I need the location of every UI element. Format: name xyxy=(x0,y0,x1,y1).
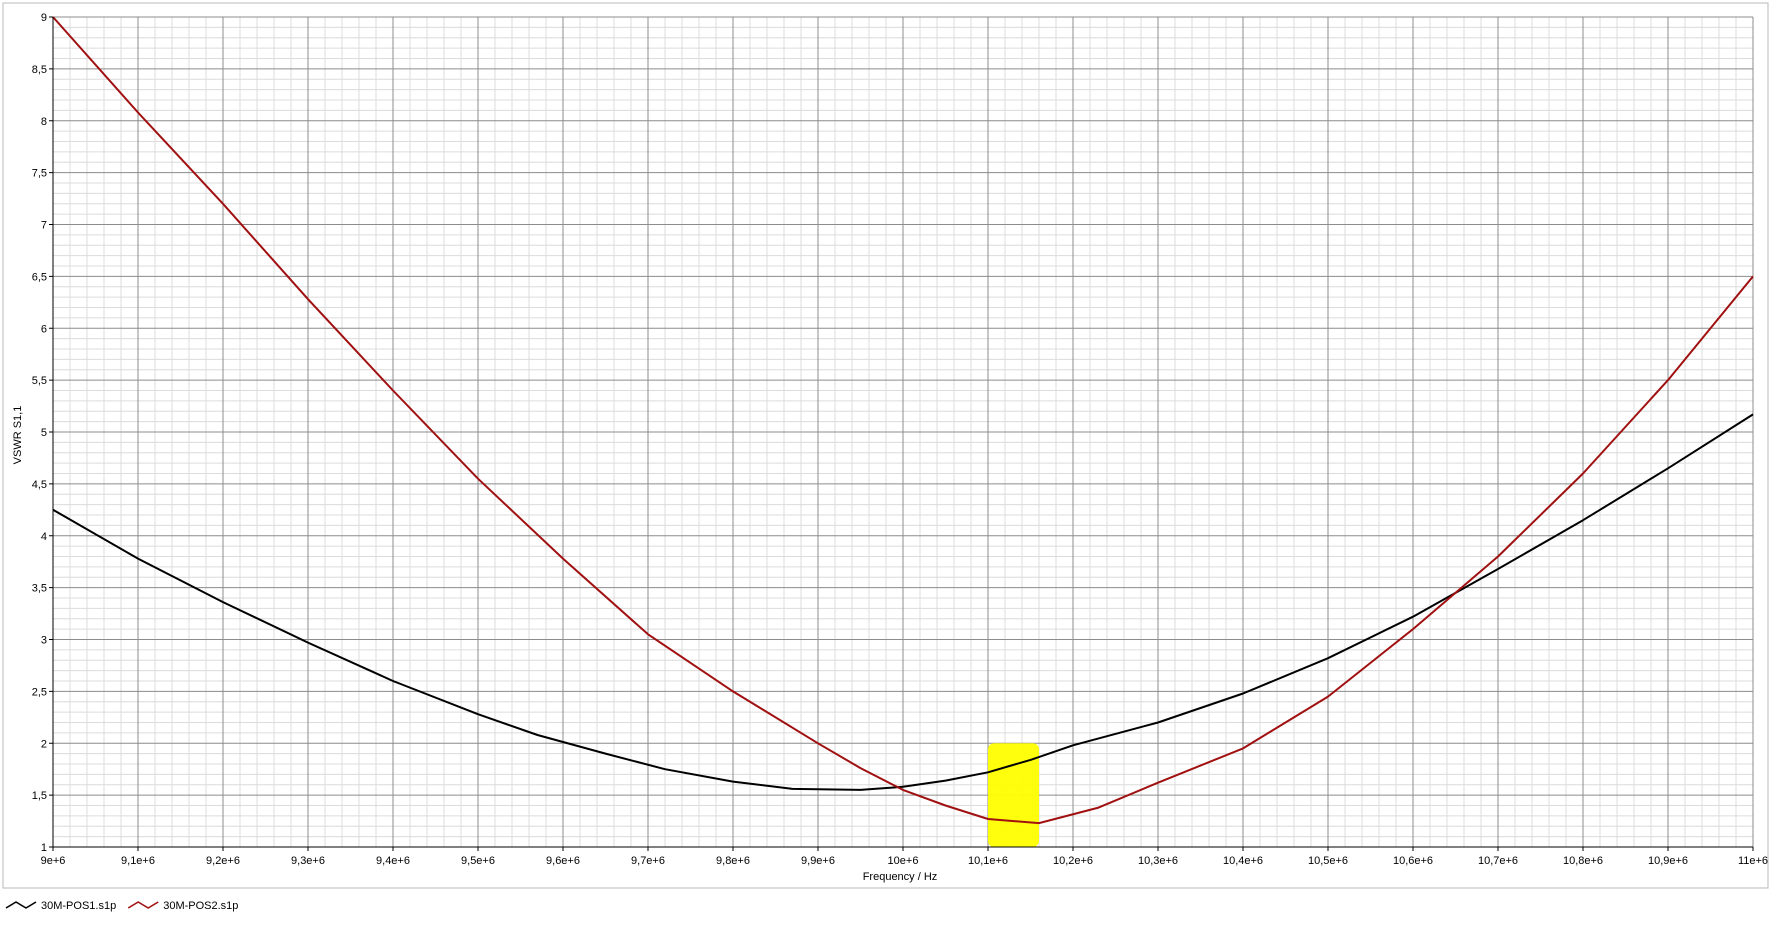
y-tick-label: 1 xyxy=(41,842,47,854)
y-tick-label: 6,5 xyxy=(32,271,47,283)
x-tick-label: 10,7e+6 xyxy=(1478,855,1518,867)
x-tick-label: 9,7e+6 xyxy=(631,855,665,867)
y-axis-label: VSWR S1,1 xyxy=(12,406,24,465)
legend-swatch-1 xyxy=(5,901,37,909)
x-tick-label: 10,6e+6 xyxy=(1393,855,1433,867)
y-tick-label: 6 xyxy=(41,323,47,335)
y-tick-label: 9 xyxy=(41,12,47,24)
x-tick-label: 9,6e+6 xyxy=(546,855,580,867)
y-tick-label: 2 xyxy=(41,738,47,750)
x-tick-label: 9e+6 xyxy=(41,855,66,867)
x-tick-label: 10,1e+6 xyxy=(968,855,1008,867)
y-tick-label: 8 xyxy=(41,116,47,128)
x-axis-label: Frequency / Hz xyxy=(863,871,938,883)
y-tick-label: 5 xyxy=(41,427,47,439)
legend: 30M-POS1.s1p 30M-POS2.s1p xyxy=(5,900,238,912)
x-tick-label: 9,4e+6 xyxy=(376,855,410,867)
x-tick-label: 10e+6 xyxy=(888,855,919,867)
vswr-chart: 1 1,5 2 2,5 3 3,5 4 4,5 5 5,5 6 6,5 7 7,5 8 8,5 9 9e+6 9,… xyxy=(0,0,1777,920)
y-tick-label: 2,5 xyxy=(32,686,47,698)
x-tick-label: 10,4e+6 xyxy=(1223,855,1263,867)
y-tick-label: 7,5 xyxy=(32,168,47,180)
x-tick-label: 10,2e+6 xyxy=(1053,855,1093,867)
y-tick-label: 3 xyxy=(41,635,47,647)
y-tick-label: 8,5 xyxy=(32,64,47,76)
y-tick-label: 1,5 xyxy=(32,790,47,802)
x-tick-label: 11e+6 xyxy=(1738,855,1768,867)
legend-swatch-2 xyxy=(127,901,159,909)
x-tick-label: 10,5e+6 xyxy=(1308,855,1348,867)
y-tick-label: 7 xyxy=(41,220,47,232)
x-tick-label: 9,1e+6 xyxy=(121,855,155,867)
y-tick-label: 4,5 xyxy=(32,479,47,491)
legend-label-2: 30M-POS2.s1p xyxy=(163,900,238,912)
x-tick-label: 10,3e+6 xyxy=(1138,855,1178,867)
chart-canvas: 1 1,5 2 2,5 3 3,5 4 4,5 5 5,5 6 6,5 7 7,5 8 8,5 9 9e+6 9,… xyxy=(2,2,1769,912)
x-tick-label: 9,2e+6 xyxy=(206,855,240,867)
x-tick-label: 10,9e+6 xyxy=(1648,855,1688,867)
x-tick-label: 9,9e+6 xyxy=(801,855,835,867)
y-tick-label: 3,5 xyxy=(32,583,47,595)
x-tick-label: 10,8e+6 xyxy=(1563,855,1603,867)
x-tick-label: 9,3e+6 xyxy=(291,855,325,867)
x-tick-labels: 9e+6 9,1e+6 9,2e+6 9,3e+6 9,4e+6 9,5e+6 9,6e+6… xyxy=(41,855,1768,867)
major-grid xyxy=(52,16,1754,848)
y-tick-label: 4 xyxy=(41,531,47,543)
y-tick-label: 5,5 xyxy=(32,375,47,387)
legend-label-1: 30M-POS1.s1p xyxy=(41,900,116,912)
x-tick-label: 9,8e+6 xyxy=(716,855,750,867)
x-tick-label: 9,5e+6 xyxy=(461,855,495,867)
